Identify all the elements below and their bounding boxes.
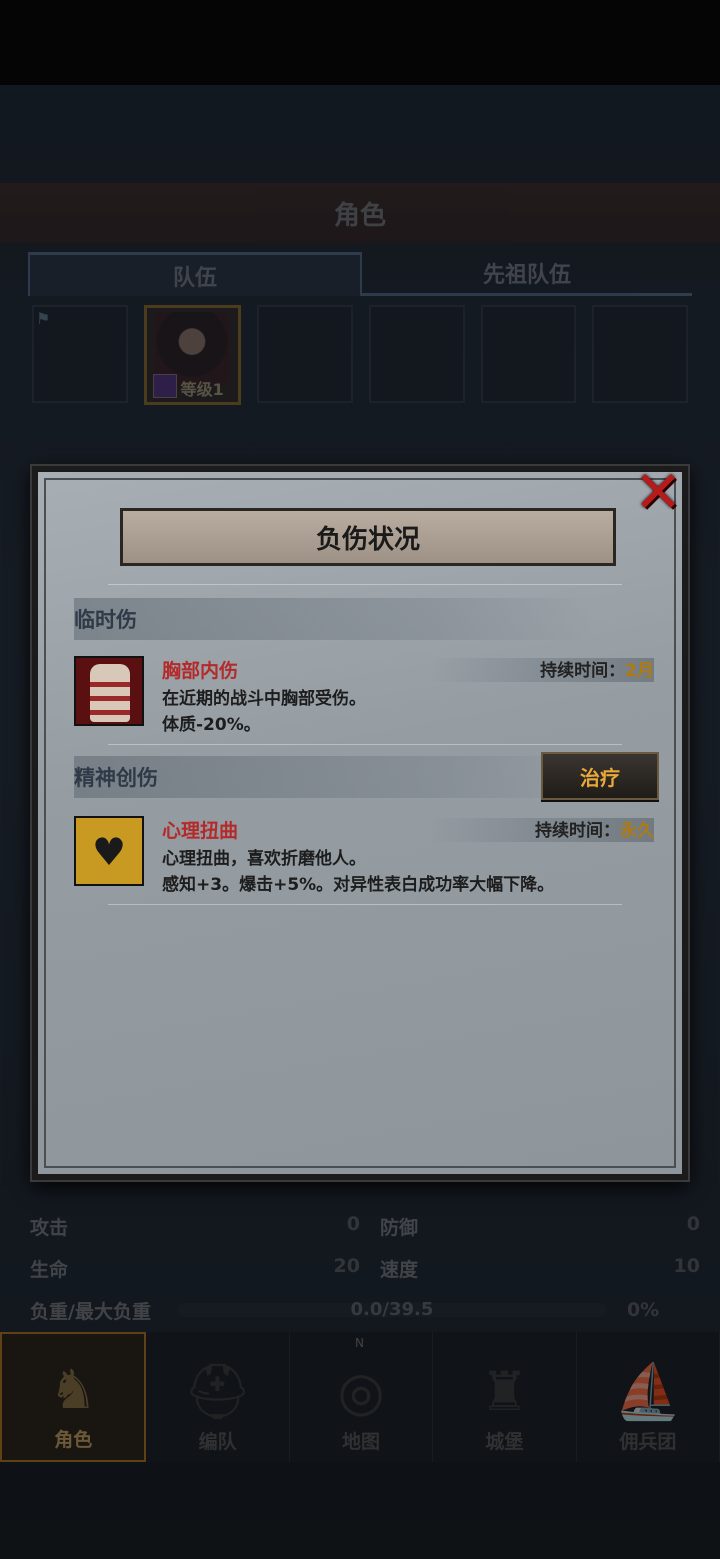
- injury-dialog: ✕ 负伤状况 临时伤 胸部内伤 持续时间：2月 在近期的战斗中胸部受伤。 体质-…: [32, 463, 688, 1180]
- injury-effect-line: 体质-20%。: [162, 715, 261, 735]
- injury-duration: 持续时间：永久: [535, 816, 654, 841]
- close-icon: ✕: [633, 458, 683, 526]
- injury-description: 心理扭曲，喜欢折磨他人。 感知+3。爆击+5%。对异性表白成功率大幅下降。: [162, 846, 662, 898]
- divider: [108, 904, 622, 905]
- injury-name: 心理扭曲: [162, 820, 239, 842]
- injury-description: 在近期的战斗中胸部受伤。 体质-20%。: [162, 686, 662, 738]
- injury-duration: 持续时间：2月: [540, 656, 654, 681]
- injury-effect-line: 感知+3。爆击+5%。对异性表白成功率大幅下降。: [162, 875, 555, 895]
- duration-label: 持续时间：: [540, 661, 626, 681]
- section-mental-trauma: 精神创伤: [74, 756, 594, 798]
- treat-button[interactable]: 治疗: [541, 752, 659, 800]
- duration-value: 2月: [625, 661, 654, 681]
- injury-desc-line: 在近期的战斗中胸部受伤。: [162, 689, 366, 709]
- close-button[interactable]: ✕: [630, 463, 686, 522]
- broken-heart-icon: ♥: [74, 816, 144, 886]
- duration-label: 持续时间：: [535, 821, 620, 841]
- injury-name: 胸部内伤: [162, 660, 239, 682]
- chest-wound-icon: [74, 656, 144, 726]
- duration-value: 永久: [620, 821, 654, 841]
- injury-item-mental: ♥ 心理扭曲 持续时间：永久 心理扭曲，喜欢折磨他人。 感知+3。爆击+5%。对…: [74, 816, 654, 896]
- divider: [108, 744, 622, 745]
- status-bar: [0, 0, 720, 85]
- injury-item-chest: 胸部内伤 持续时间：2月 在近期的战斗中胸部受伤。 体质-20%。: [74, 656, 654, 736]
- section-temporary-injury: 临时伤: [74, 598, 594, 640]
- injury-desc-line: 心理扭曲，喜欢折磨他人。: [162, 849, 366, 869]
- dialog-title: 负伤状况: [120, 508, 616, 566]
- divider: [108, 584, 622, 585]
